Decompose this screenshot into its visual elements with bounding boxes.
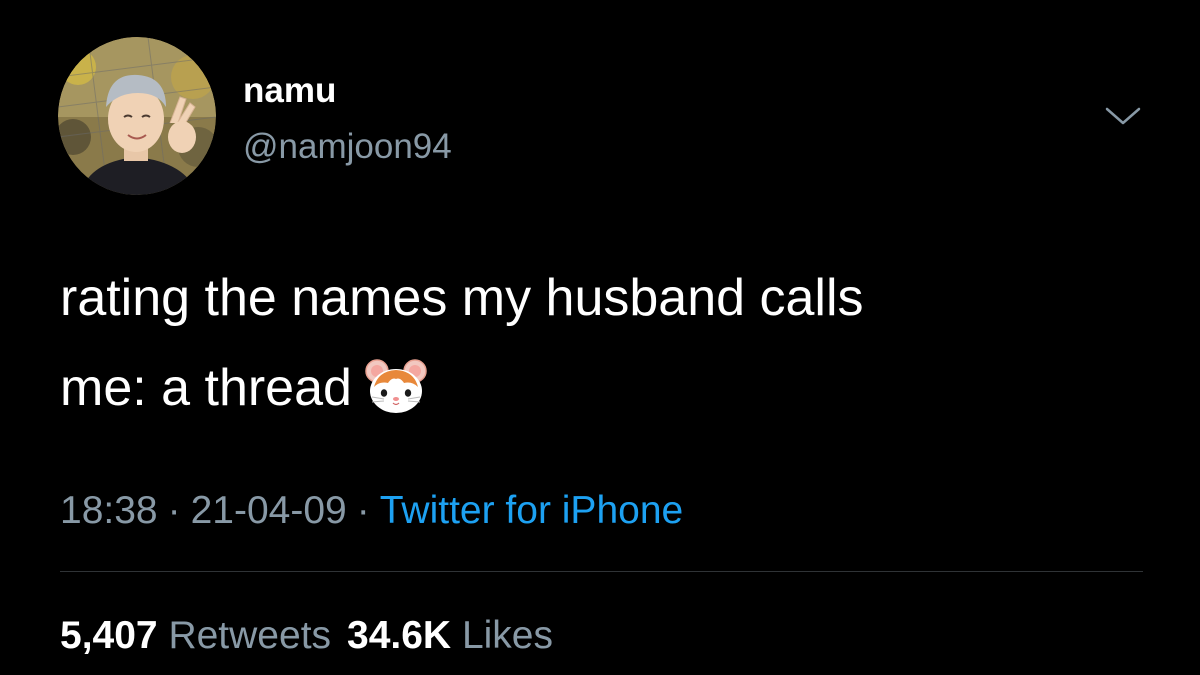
tweet-meta: 18:38 · 21-04-09 · Twitter for iPhone	[60, 488, 683, 534]
tweet-text-line-1: rating the names my husband calls	[60, 269, 864, 327]
retweets-stat[interactable]: 5,407 Retweets	[60, 614, 331, 657]
avatar[interactable]	[58, 37, 216, 195]
divider	[60, 571, 1143, 572]
hamster-face-icon	[364, 353, 428, 413]
tweet-text-line-2-text: me: a thread	[60, 359, 352, 417]
likes-count: 34.6K	[347, 614, 452, 657]
tweet-stats: 5,407 Retweets 34.6K Likes	[60, 612, 553, 660]
tweet-source-link[interactable]: Twitter for iPhone	[380, 489, 683, 532]
tweet-time: 18:38	[60, 489, 158, 532]
display-name[interactable]: namu	[243, 70, 336, 112]
tweet-text-line-2: me: a thread	[60, 343, 1140, 433]
retweets-label: Retweets	[168, 614, 332, 657]
tweet-date: 21-04-09	[190, 489, 347, 532]
likes-stat[interactable]: 34.6K Likes	[347, 614, 553, 657]
chevron-down-icon[interactable]	[1103, 101, 1143, 131]
retweets-count: 5,407	[60, 614, 158, 657]
meta-separator: ·	[356, 489, 370, 532]
user-handle[interactable]: @namjoon94	[243, 126, 452, 168]
meta-separator: ·	[167, 489, 181, 532]
tweet-text: rating the names my husband calls me: a …	[60, 253, 1140, 433]
avatar-image	[58, 37, 216, 195]
likes-label: Likes	[461, 614, 553, 657]
tweet: namu @namjoon94 rating the names my husb…	[0, 0, 1200, 675]
